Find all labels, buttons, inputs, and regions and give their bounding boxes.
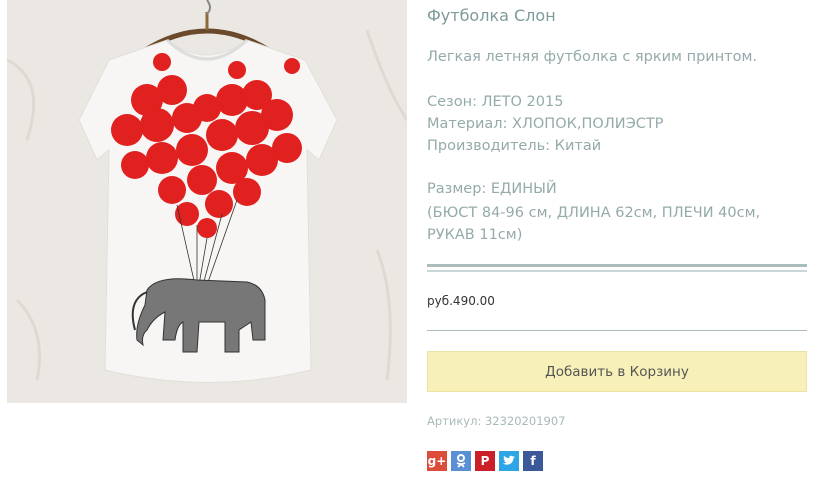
tshirt-illustration	[7, 0, 407, 403]
spec-dimensions-line-1: (БЮСТ 84-96 см, ДЛИНА 62см, ПЛЕЧИ 40см,	[427, 205, 761, 221]
spec-dimensions-line-2: РУКАВ 11см)	[427, 227, 523, 243]
facebook-icon[interactable]: f	[523, 451, 543, 471]
product-title: Футболка Слон	[427, 6, 556, 25]
divider	[427, 330, 807, 331]
spec-material: Материал: ХЛОПОК,ПОЛИЭСТР	[427, 116, 664, 132]
add-to-cart-button[interactable]: Добавить в Корзину	[427, 351, 807, 392]
product-description: Легкая летняя футболка с ярким принтом.	[427, 49, 758, 65]
product-image[interactable]	[7, 0, 407, 403]
odnoklassniki-icon[interactable]	[451, 451, 471, 471]
spec-season: Сезон: ЛЕТО 2015	[427, 94, 564, 110]
google-plus-icon[interactable]: g+	[427, 451, 447, 471]
product-sku: Артикул: 32320201907	[427, 414, 566, 428]
spec-manufacturer: Производитель: Китай	[427, 138, 602, 154]
spec-size: Размер: ЕДИНЫЙ	[427, 181, 557, 197]
odnoklassniki-glyph	[456, 454, 466, 468]
share-buttons: g+ P f	[427, 451, 543, 471]
divider	[427, 264, 807, 272]
product-price: руб.490.00	[427, 294, 495, 308]
twitter-bird-glyph	[502, 455, 515, 465]
pinterest-icon[interactable]: P	[475, 451, 495, 471]
twitter-icon[interactable]	[499, 451, 519, 471]
